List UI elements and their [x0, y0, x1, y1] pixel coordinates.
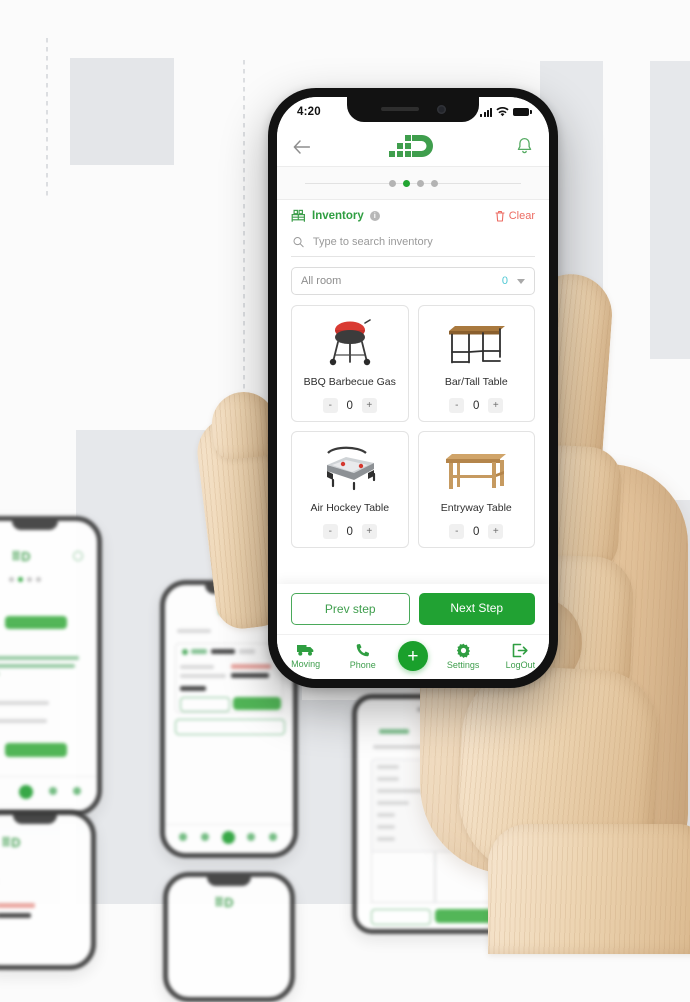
bg-left-logo: ⠿D: [11, 549, 31, 564]
step-dot-4[interactable]: [430, 179, 438, 187]
clear-button[interactable]: Clear: [495, 210, 535, 222]
search-icon: [293, 237, 304, 248]
status-bar: 4:20: [277, 97, 549, 127]
notch: [347, 97, 479, 122]
decrement-button[interactable]: -: [449, 524, 465, 539]
tab-label: Moving: [291, 659, 321, 669]
bottom-tab-bar: Moving Phone + Settings LogOut: [277, 634, 549, 679]
quantity-value: 0: [473, 399, 480, 412]
bg-square-topleft: [70, 58, 174, 165]
decrement-button[interactable]: -: [449, 398, 465, 413]
tab-label: Settings: [446, 659, 480, 670]
inventory-card[interactable]: BBQ Barbecue Gas - 0 +: [291, 305, 409, 422]
inventory-cart-icon: [291, 209, 305, 222]
step-dot-3[interactable]: [416, 179, 424, 187]
add-button[interactable]: +: [397, 641, 428, 671]
bg-bottomleft-logo: ⠿D: [1, 835, 21, 850]
status-indicators: [480, 107, 532, 117]
tab-phone[interactable]: Phone: [341, 643, 385, 670]
inventory-header: Inventory i Clear: [277, 200, 549, 229]
tab-settings[interactable]: Settings: [441, 643, 485, 670]
trash-icon: [495, 211, 505, 222]
logout-icon: [513, 643, 528, 657]
battery-icon: [513, 107, 532, 117]
bg-right-next-button: [435, 909, 493, 923]
increment-button[interactable]: +: [361, 398, 377, 413]
signal-bars-icon: [480, 107, 492, 117]
inventory-card-name: Air Hockey Table: [310, 502, 390, 514]
bg-left-add-button: [5, 616, 67, 629]
bg-left-bell: [73, 551, 83, 561]
phone-screen: 4:20 Inventory i Clear Type to search in…: [277, 97, 549, 679]
increment-button[interactable]: +: [361, 524, 377, 539]
status-time: 4:20: [297, 106, 321, 118]
prev-step-button[interactable]: Prev step: [291, 593, 410, 625]
bg-right-prev-button: [371, 909, 431, 925]
clear-label: Clear: [508, 210, 535, 222]
back-arrow-icon[interactable]: [293, 139, 310, 154]
next-step-button[interactable]: Next Step: [418, 593, 535, 625]
quantity-value: 0: [473, 525, 480, 538]
room-select-count: 0: [501, 275, 508, 287]
app-bar: [277, 127, 549, 167]
brand-logo-icon: [389, 134, 433, 157]
decrement-button[interactable]: -: [322, 398, 338, 413]
search-box[interactable]: [291, 230, 535, 257]
bar-tall-table-image: [445, 315, 507, 367]
quantity-stepper: - 0 +: [449, 524, 504, 539]
bg-dotted-line-1: [46, 38, 48, 198]
inventory-grid: BBQ Barbecue Gas - 0 + Bar/Tall Table - …: [277, 295, 549, 584]
increment-button[interactable]: +: [488, 524, 504, 539]
search-input[interactable]: [310, 235, 533, 249]
tab-logout[interactable]: LogOut: [498, 643, 542, 670]
air-hockey-table-image: [318, 441, 382, 493]
inventory-card-name: Bar/Tall Table: [444, 376, 508, 388]
entryway-table-image: [444, 441, 508, 493]
action-bar: Prev step Next Step: [277, 584, 549, 634]
front-camera-icon: [436, 104, 446, 114]
earpiece-speaker: [380, 107, 419, 111]
bbq-grill-image: [324, 315, 376, 367]
step-dot-2[interactable]: [402, 179, 410, 187]
quantity-stepper: - 0 +: [322, 398, 377, 413]
room-select-label: All room: [301, 275, 342, 287]
tab-label: Phone: [349, 659, 376, 670]
step-indicator: [277, 167, 549, 200]
inventory-title-group: Inventory i: [291, 209, 380, 223]
background-phone-left: ⠿D: [0, 516, 102, 816]
decrement-button[interactable]: -: [322, 524, 338, 539]
phone-icon: [356, 643, 370, 656]
gear-icon: [456, 643, 470, 658]
quantity-stepper: - 0 +: [449, 398, 504, 413]
chevron-down-icon[interactable]: [517, 278, 525, 284]
truck-icon: [297, 645, 314, 656]
inventory-title: Inventory: [312, 210, 364, 222]
inventory-card-name: BBQ Barbecue Gas: [303, 376, 396, 388]
search-row: [277, 229, 549, 257]
room-select[interactable]: All room 0: [291, 267, 535, 295]
wifi-icon: [496, 107, 509, 117]
quantity-value: 0: [346, 525, 353, 538]
quantity-stepper: - 0 +: [322, 524, 377, 539]
inventory-card[interactable]: Bar/Tall Table - 0 +: [417, 305, 535, 422]
bg-left-next-button: [5, 743, 67, 757]
bell-icon[interactable]: [516, 137, 533, 156]
background-phone-bottomleft: ⠿D: [0, 810, 96, 970]
inventory-card-name: Entryway Table: [440, 502, 512, 514]
quantity-value: 0: [346, 399, 353, 412]
foreground-phone: 4:20 Inventory i Clear Type to search in…: [268, 88, 558, 688]
room-row: All room 0: [277, 257, 549, 295]
increment-button[interactable]: +: [488, 398, 504, 413]
step-dot-1[interactable]: [388, 179, 396, 187]
hand-wrist: [488, 824, 690, 954]
inventory-card[interactable]: Air Hockey Table - 0 +: [291, 431, 409, 548]
tab-moving[interactable]: Moving: [284, 643, 328, 669]
tab-label: LogOut: [505, 659, 536, 670]
step-dots: [388, 179, 438, 187]
room-select-right: 0: [502, 275, 525, 287]
inventory-card[interactable]: Entryway Table - 0 +: [417, 431, 535, 548]
info-icon[interactable]: i: [369, 211, 380, 221]
